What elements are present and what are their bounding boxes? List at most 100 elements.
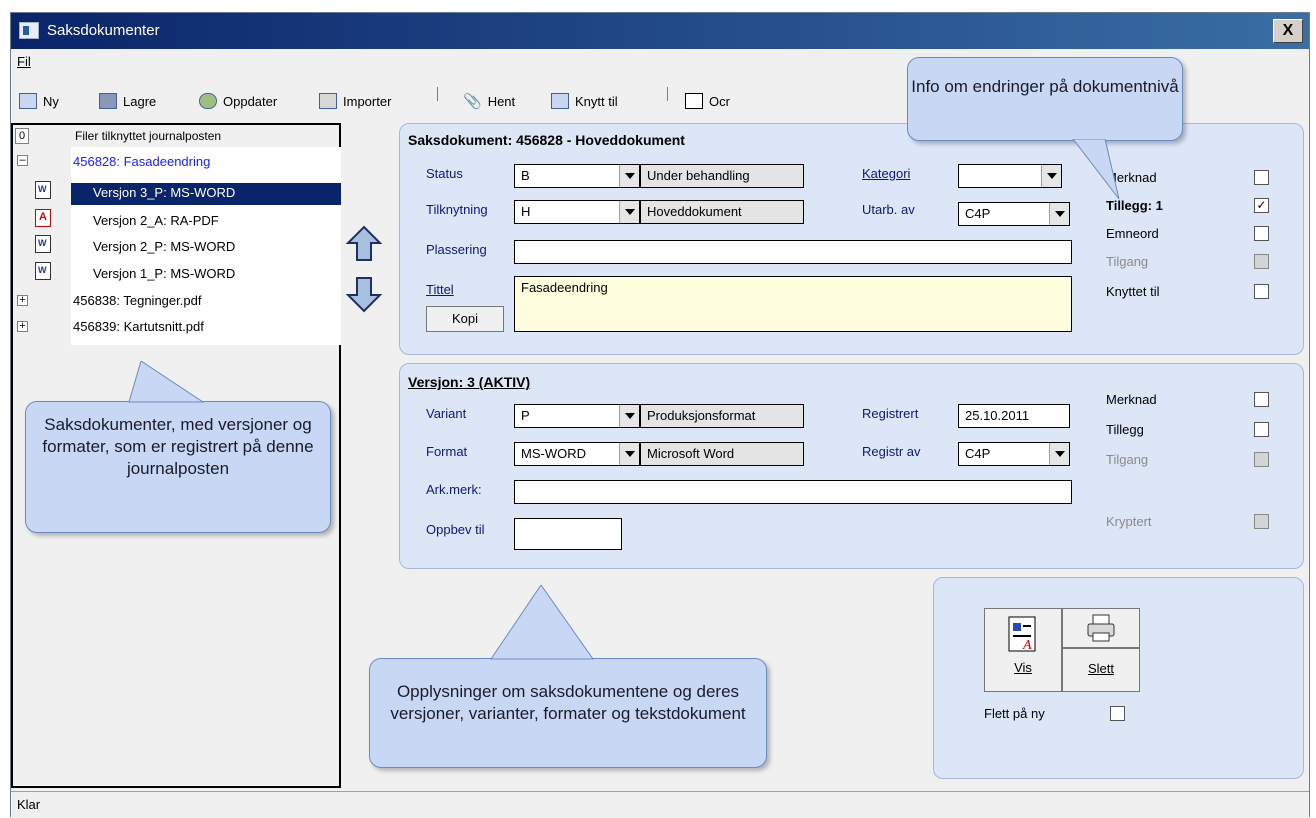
format-label: Format	[426, 444, 468, 459]
tree-node-document[interactable]: 456838: Tegninger.pdf	[73, 293, 201, 308]
merknad-checkbox[interactable]	[1254, 170, 1269, 185]
callout-pointer	[490, 585, 594, 660]
word-document-icon	[35, 181, 51, 199]
save-icon	[99, 93, 117, 109]
chevron-down-icon[interactable]	[1041, 165, 1061, 187]
merge-checkbox[interactable]	[1110, 706, 1125, 721]
chevron-down-icon[interactable]	[1049, 443, 1069, 465]
ark-input[interactable]	[514, 480, 1072, 504]
word-document-icon	[35, 262, 51, 280]
chevron-down-icon[interactable]	[1049, 203, 1069, 225]
arrow-down-icon	[345, 277, 383, 313]
link-icon	[551, 93, 569, 109]
move-down-button[interactable]	[344, 275, 384, 313]
callout-top: Info om endringer på dokumentnivå	[907, 57, 1183, 141]
chevron-down-icon[interactable]	[619, 165, 639, 187]
document-panel: Saksdokument: 456828 - Hoveddokument Sta…	[399, 123, 1304, 355]
chevron-down-icon[interactable]	[619, 201, 639, 223]
tree-node-version[interactable]: Versjon 3_P: MS-WORD	[93, 185, 235, 200]
version-tilgang-checkbox	[1254, 452, 1269, 467]
place-label: Plassering	[426, 242, 487, 257]
chevron-down-icon[interactable]	[619, 405, 639, 427]
tree-header-number: 0	[15, 128, 29, 144]
app-icon	[19, 22, 39, 39]
toolbar-separator	[667, 87, 668, 101]
variant-select[interactable]: P	[514, 404, 640, 428]
view-button[interactable]: A Vis	[984, 608, 1062, 692]
encrypted-checkbox	[1254, 514, 1269, 529]
ocr-button[interactable]: Ocr	[685, 90, 730, 112]
keep-until-input[interactable]	[514, 518, 622, 550]
tree-node-root[interactable]: 456828: Fasadeendring	[73, 154, 210, 169]
author-label: Utarb. av	[862, 202, 915, 217]
main-window: Saksdokumenter X Fil Ny Lagre Oppdater I…	[10, 12, 1310, 818]
emneord-checkbox[interactable]	[1254, 226, 1269, 241]
delete-button[interactable]: Slett	[1062, 648, 1140, 692]
category-select[interactable]	[958, 164, 1062, 188]
tree-node-version[interactable]: Versjon 1_P: MS-WORD	[93, 266, 235, 281]
place-input[interactable]	[514, 240, 1072, 264]
view-document-icon: A	[1008, 616, 1036, 653]
format-text: Microsoft Word	[640, 442, 804, 466]
svg-text:A: A	[1022, 638, 1032, 653]
merge-label: Flett på ny	[984, 706, 1045, 721]
format-select[interactable]: MS-WORD	[514, 442, 640, 466]
tillegg-checkbox[interactable]: ✓	[1254, 198, 1269, 213]
check-label: Tillegg	[1106, 422, 1144, 437]
arrow-up-icon	[345, 225, 383, 261]
menu-file[interactable]: Fil	[17, 54, 31, 69]
callout-bottom: Opplysninger om saksdokumentene og deres…	[369, 658, 767, 768]
word-document-icon	[35, 235, 51, 253]
author-select[interactable]: C4P	[958, 202, 1070, 226]
tree-node-document[interactable]: 456839: Kartutsnitt.pdf	[73, 319, 204, 334]
paperclip-icon: 📎	[463, 93, 482, 110]
registered-by-label: Registr av	[862, 444, 921, 459]
link-select[interactable]: H	[514, 200, 640, 224]
update-button[interactable]: Oppdater	[199, 90, 277, 112]
version-tillegg-checkbox[interactable]	[1254, 422, 1269, 437]
view-button-label: Vis	[1014, 660, 1032, 675]
title-label: Tittel	[426, 282, 454, 297]
keep-until-label: Oppbev til	[426, 522, 485, 537]
link-text: Hoveddokument	[640, 200, 804, 224]
link-label: Tilknytning	[426, 202, 488, 217]
title-input[interactable]: Fasadeendring	[514, 276, 1072, 332]
status-select[interactable]: B	[514, 164, 640, 188]
variant-text: Produksjonsformat	[640, 404, 804, 428]
tree-node-version[interactable]: Versjon 2_P: MS-WORD	[93, 239, 235, 254]
registered-by-select[interactable]: C4P	[958, 442, 1070, 466]
check-label: Knyttet til	[1106, 284, 1160, 299]
link-button[interactable]: Knytt til	[551, 90, 618, 112]
check-label: Emneord	[1106, 226, 1159, 241]
callout-pointer	[1072, 139, 1120, 200]
check-label: Merknad	[1106, 392, 1157, 407]
new-button[interactable]: Ny	[19, 90, 59, 112]
registered-input[interactable]: 25.10.2011	[958, 404, 1070, 428]
status-bar: Klar	[11, 791, 1309, 818]
copy-button[interactable]: Kopi	[426, 306, 504, 332]
import-icon	[319, 93, 337, 109]
status-label: Status	[426, 166, 463, 181]
collapse-icon[interactable]: –	[17, 155, 28, 166]
tree-node-version[interactable]: Versjon 2_A: RA-PDF	[93, 213, 219, 228]
move-up-button[interactable]	[344, 225, 384, 263]
ocr-icon	[685, 93, 703, 109]
check-label: Kryptert	[1106, 514, 1152, 529]
check-label: Tilgang	[1106, 254, 1149, 269]
print-button[interactable]	[1062, 608, 1140, 648]
expand-icon[interactable]: +	[17, 295, 28, 306]
variant-label: Variant	[426, 406, 467, 421]
close-button[interactable]: X	[1273, 19, 1303, 43]
pdf-document-icon	[35, 209, 51, 227]
fetch-button[interactable]: 📎 Hent	[463, 90, 515, 112]
version-panel: Versjon: 3 (AKTIV) Variant P Produksjons…	[399, 363, 1304, 569]
printer-icon	[1087, 614, 1115, 642]
import-button[interactable]: Importer	[319, 90, 391, 112]
window-title: Saksdokumenter	[47, 22, 160, 39]
expand-icon[interactable]: +	[17, 321, 28, 332]
knyttet-til-checkbox[interactable]	[1254, 284, 1269, 299]
chevron-down-icon[interactable]	[619, 443, 639, 465]
save-button[interactable]: Lagre	[99, 90, 156, 112]
title-bar: Saksdokumenter X	[11, 13, 1309, 49]
version-merknad-checkbox[interactable]	[1254, 392, 1269, 407]
